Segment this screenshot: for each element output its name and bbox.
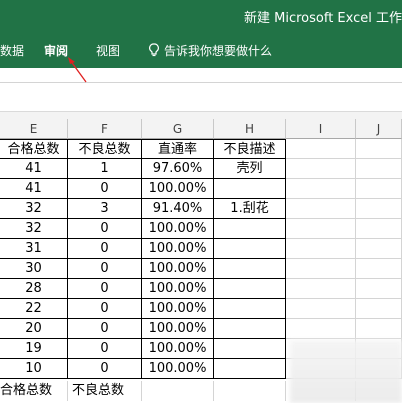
cell-defect-total[interactable]: 3: [68, 199, 142, 219]
column-header-f[interactable]: F: [68, 119, 142, 139]
cell-pass-total[interactable]: 20: [0, 319, 68, 339]
cell-yield[interactable]: 100.00%: [142, 359, 214, 379]
formula-bar[interactable]: [0, 83, 402, 111]
cell-defect-total[interactable]: 0: [68, 179, 142, 199]
cell-i[interactable]: [286, 199, 356, 219]
cell-i[interactable]: [286, 299, 356, 319]
cell-yield[interactable]: 100.00%: [142, 239, 214, 259]
cell-yield[interactable]: 100.00%: [142, 319, 214, 339]
cell-defect-total[interactable]: 0: [68, 319, 142, 339]
cell-pass-total[interactable]: 28: [0, 279, 68, 299]
cell-i[interactable]: [286, 239, 356, 259]
cell-pass-total[interactable]: 32: [0, 199, 68, 219]
cell-pass-total[interactable]: 31: [0, 239, 68, 259]
header-cell-yield[interactable]: 直通率: [142, 139, 214, 159]
cell-yield[interactable]: 97.60%: [142, 159, 214, 179]
cell-pass-total[interactable]: 32: [0, 219, 68, 239]
cell-pass-total[interactable]: 22: [0, 299, 68, 319]
cell-j[interactable]: [356, 239, 402, 259]
cell-yield[interactable]: 100.00%: [142, 299, 214, 319]
cell-j[interactable]: [356, 179, 402, 199]
footer-cell-defect-total[interactable]: 不良总数: [68, 381, 142, 401]
cell-defect-total[interactable]: 0: [68, 239, 142, 259]
cell-defect-desc[interactable]: [214, 299, 286, 319]
footer-cell-g[interactable]: [142, 381, 214, 401]
cell-defect-total[interactable]: 0: [68, 219, 142, 239]
cell-yield[interactable]: 100.00%: [142, 179, 214, 199]
cell-defect-desc[interactable]: [214, 259, 286, 279]
cell-pass-total[interactable]: 41: [0, 179, 68, 199]
cell-defect-total[interactable]: 0: [68, 339, 142, 359]
column-header-j[interactable]: J: [356, 119, 402, 139]
footer-cell-pass-total[interactable]: 合格总数: [0, 381, 68, 401]
tab-view[interactable]: 视图: [96, 42, 120, 59]
cell-i[interactable]: [286, 179, 356, 199]
tell-me-box[interactable]: 告诉我你想要做什么: [148, 42, 272, 59]
cell-pass-total[interactable]: 30: [0, 259, 68, 279]
cell-j[interactable]: [356, 159, 402, 179]
lightbulb-icon: [149, 43, 159, 57]
cell-yield[interactable]: 91.40%: [142, 199, 214, 219]
cell-i[interactable]: [286, 259, 356, 279]
column-header-g[interactable]: G: [142, 119, 214, 139]
column-header-i[interactable]: I: [286, 119, 356, 139]
cell-defect-total[interactable]: 0: [68, 279, 142, 299]
cell-defect-desc[interactable]: [214, 239, 286, 259]
cell-yield[interactable]: 100.00%: [142, 279, 214, 299]
cell-i[interactable]: [286, 319, 356, 339]
column-header-e[interactable]: E: [0, 119, 68, 139]
cell-defect-desc[interactable]: [214, 219, 286, 239]
cell-j[interactable]: [356, 299, 402, 319]
ribbon-body: [0, 68, 402, 83]
footer-cell-h[interactable]: [214, 381, 286, 401]
cell-defect-desc[interactable]: 1.刮花: [214, 199, 286, 219]
cell-defect-desc[interactable]: [214, 339, 286, 359]
cell-pass-total[interactable]: 19: [0, 339, 68, 359]
cell-defect-total[interactable]: 0: [68, 259, 142, 279]
cell-yield[interactable]: 100.00%: [142, 339, 214, 359]
tab-data[interactable]: 数据: [0, 42, 24, 59]
cell-defect-desc[interactable]: [214, 179, 286, 199]
cell-pass-total[interactable]: 41: [0, 159, 68, 179]
window-title: 新建 Microsoft Excel 工作: [244, 11, 402, 26]
cell-i[interactable]: [286, 279, 356, 299]
cell-defect-total[interactable]: 0: [68, 359, 142, 379]
ribbon-tabs: 数据 审阅 视图 告诉我你想要做什么: [0, 34, 402, 68]
tell-me-text: 告诉我你想要做什么: [164, 44, 273, 58]
cell-yield[interactable]: 100.00%: [142, 259, 214, 279]
cell-i[interactable]: [286, 219, 356, 239]
header-cell-defect-total[interactable]: 不良总数: [68, 139, 142, 159]
cell-defect-total[interactable]: 1: [68, 159, 142, 179]
cell-defect-desc[interactable]: [214, 359, 286, 379]
cell-j[interactable]: [356, 199, 402, 219]
cell-pass-total[interactable]: 10: [0, 359, 68, 379]
cell-i[interactable]: [286, 159, 356, 179]
cell-j[interactable]: [356, 259, 402, 279]
cell-j[interactable]: [356, 219, 402, 239]
header-cell-defect-desc[interactable]: 不良描述: [214, 139, 286, 159]
cell-yield[interactable]: 100.00%: [142, 219, 214, 239]
title-bar: 新建 Microsoft Excel 工作: [0, 0, 402, 34]
cell-i-header[interactable]: [286, 139, 356, 159]
cell-defect-desc[interactable]: 壳列: [214, 159, 286, 179]
header-cell-pass-total[interactable]: 合格总数: [0, 139, 68, 159]
cell-defect-total[interactable]: 0: [68, 299, 142, 319]
column-header-h[interactable]: H: [214, 119, 286, 139]
cell-defect-desc[interactable]: [214, 319, 286, 339]
watermark-blur: [290, 340, 402, 403]
cell-defect-desc[interactable]: [214, 279, 286, 299]
tab-review[interactable]: 审阅: [44, 42, 68, 59]
cell-j[interactable]: [356, 319, 402, 339]
cell-j[interactable]: [356, 279, 402, 299]
cell-j-header[interactable]: [356, 139, 402, 159]
